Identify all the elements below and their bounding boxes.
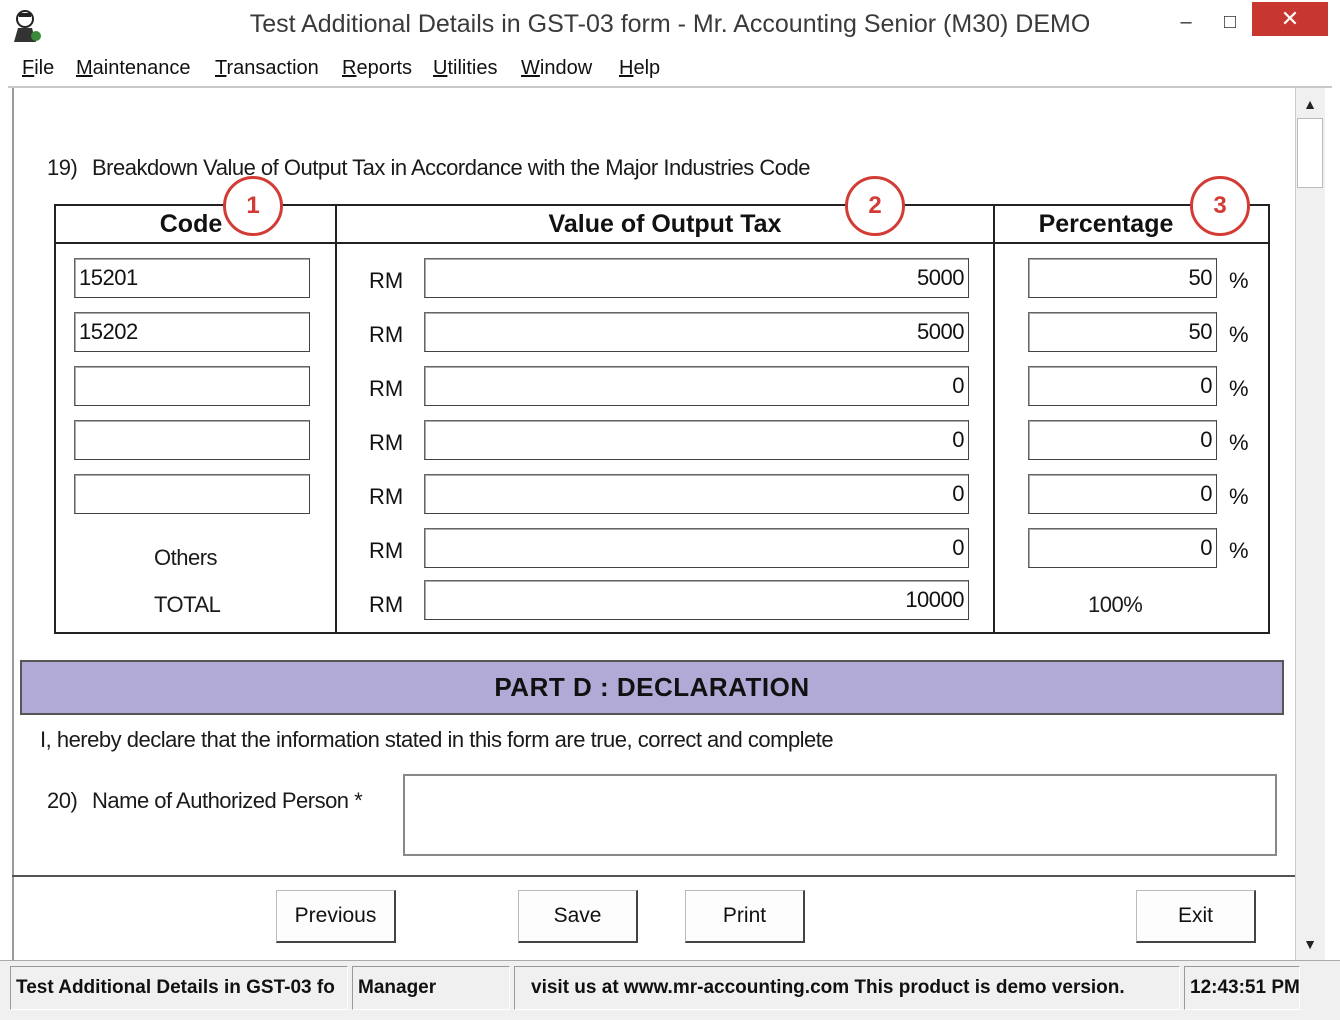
value-input[interactable]: 5000 [424, 258, 969, 298]
menu-window[interactable]: Window [521, 57, 592, 80]
percentage-input[interactable]: 0 [1028, 420, 1217, 460]
currency-label: RM [369, 592, 404, 617]
authorized-person-name-input[interactable] [403, 774, 1277, 856]
total-label: TOTAL [154, 592, 221, 617]
value-input[interactable]: 0 [424, 366, 969, 406]
others-label: Others [154, 545, 218, 570]
currency-label: RM [369, 484, 404, 509]
scroll-down-button[interactable]: ▼ [1297, 932, 1323, 956]
button-bar-divider [12, 875, 1295, 877]
part-d-heading: PART D : DECLARATION [20, 660, 1284, 715]
save-button[interactable]: Save [518, 890, 638, 943]
declaration-text: I, hereby declare that the information s… [40, 727, 834, 752]
value-input[interactable]: 5000 [424, 312, 969, 352]
currency-label: RM [369, 376, 404, 401]
menu-reports[interactable]: Reports [342, 57, 412, 80]
percent-sign: % [1229, 376, 1249, 401]
status-message: visit us at www.mr-accounting.com This p… [514, 966, 1180, 1010]
menu-file[interactable]: File [22, 57, 54, 80]
q19-number: 19) [47, 155, 78, 180]
status-time: 12:43:51 PM [1184, 966, 1300, 1010]
status-window-name: Test Additional Details in GST-03 fo [10, 966, 348, 1010]
q20-number: 20) [47, 788, 78, 813]
menu-maintenance[interactable]: Maintenance [76, 57, 191, 80]
code-input[interactable] [74, 420, 310, 460]
percent-sign: % [1229, 322, 1249, 347]
q20-label: Name of Authorized Person * [92, 788, 363, 813]
menu-bar [8, 52, 1332, 88]
scroll-up-button[interactable]: ▲ [1297, 92, 1323, 116]
percentage-input[interactable]: 50 [1028, 258, 1217, 298]
menu-utilities[interactable]: Utilities [433, 57, 497, 80]
value-input[interactable]: 0 [424, 474, 969, 514]
status-user: Manager [352, 966, 510, 1010]
menu-transaction[interactable]: Transaction [215, 57, 319, 80]
value-input[interactable]: 0 [424, 420, 969, 460]
percent-sign: % [1229, 430, 1249, 455]
column-divider [335, 204, 337, 634]
minimize-button[interactable]: – [1165, 4, 1207, 40]
column-divider [993, 204, 995, 634]
percent-sign: % [1229, 484, 1249, 509]
scroll-thumb[interactable] [1297, 118, 1323, 188]
callout-badge: 2 [845, 176, 905, 236]
total-percentage: 100% [1088, 592, 1143, 617]
callout-badge: 1 [223, 176, 283, 236]
percentage-input[interactable]: 50 [1028, 312, 1217, 352]
window-title: Test Additional Details in GST-03 form -… [249, 10, 1091, 38]
q19-label: Breakdown Value of Output Tax in Accorda… [92, 155, 810, 180]
column-header-percentage: Percentage [1038, 210, 1174, 238]
total-value-input[interactable]: 10000 [424, 580, 969, 620]
percent-sign: % [1229, 268, 1249, 293]
close-button[interactable]: ✕ [1252, 2, 1328, 36]
others-value-input[interactable]: 0 [424, 528, 969, 568]
code-input[interactable] [74, 474, 310, 514]
maximize-button[interactable]: □ [1208, 4, 1252, 40]
exit-button[interactable]: Exit [1136, 890, 1256, 943]
code-input[interactable] [74, 366, 310, 406]
callout-badge: 3 [1190, 176, 1250, 236]
currency-label: RM [369, 430, 404, 455]
column-header-code: Code [159, 210, 223, 238]
previous-button[interactable]: Previous [276, 890, 396, 943]
percentage-input[interactable]: 0 [1028, 366, 1217, 406]
currency-label: RM [369, 322, 404, 347]
currency-label: RM [369, 538, 404, 563]
percentage-input[interactable]: 0 [1028, 474, 1217, 514]
code-input[interactable]: 15201 [74, 258, 310, 298]
vertical-scrollbar[interactable] [1295, 88, 1325, 960]
currency-label: RM [369, 268, 404, 293]
table-header-divider [54, 242, 1270, 244]
code-input[interactable]: 15202 [74, 312, 310, 352]
percent-sign: % [1229, 538, 1249, 563]
print-button[interactable]: Print [685, 890, 805, 943]
others-percentage-input[interactable]: 0 [1028, 528, 1217, 568]
menu-help[interactable]: Help [619, 57, 660, 80]
